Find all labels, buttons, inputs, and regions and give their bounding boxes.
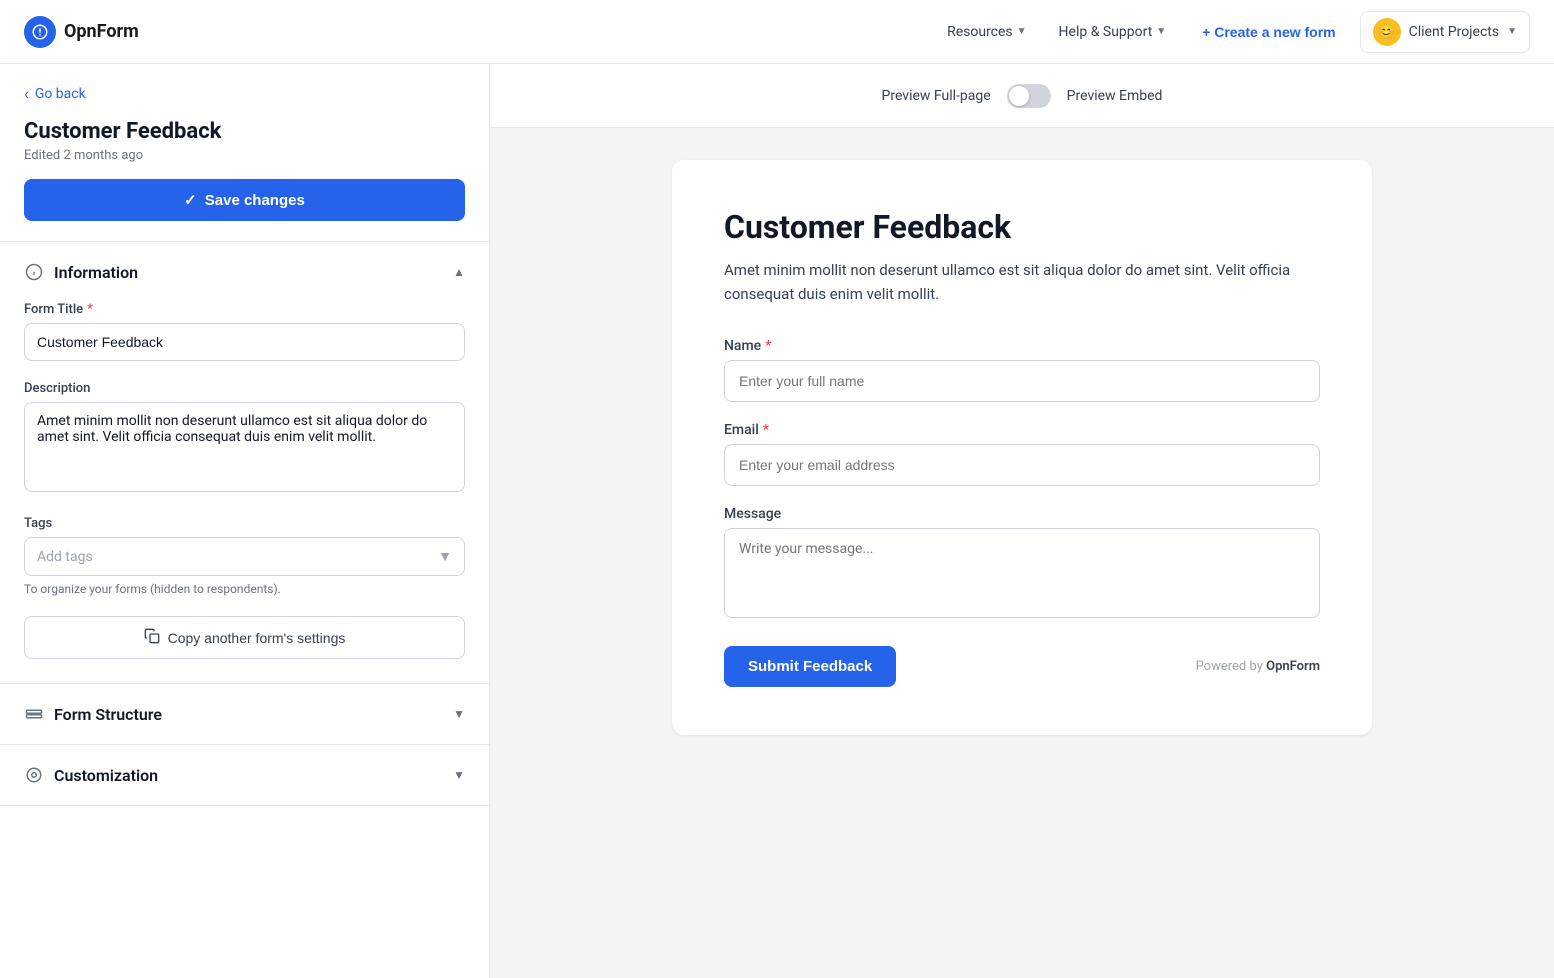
preview-bar: Preview Full-page Preview Embed — [490, 64, 1554, 128]
customization-title: Customization — [24, 765, 158, 785]
form-structure-section: Form Structure ▼ — [0, 684, 489, 745]
required-indicator: * — [87, 302, 93, 317]
message-field-group: Message — [724, 506, 1320, 622]
sidebar-top: ‹ Go back Customer Feedback Edited 2 mon… — [0, 64, 489, 242]
sidebar: ‹ Go back Customer Feedback Edited 2 mon… — [0, 64, 490, 978]
workspace-label: Client Projects — [1409, 24, 1499, 40]
email-field-group: Email * — [724, 422, 1320, 486]
form-title-label: Form Title * — [24, 302, 465, 317]
required-indicator: * — [765, 338, 771, 354]
workspace-selector[interactable]: 😊 Client Projects ▼ — [1360, 11, 1530, 53]
toggle-knob — [1009, 86, 1029, 106]
customization-section: Customization ▼ — [0, 745, 489, 806]
chevron-down-icon: ▼ — [453, 707, 465, 721]
logo[interactable]: OpnForm — [24, 16, 139, 48]
name-field-label: Name * — [724, 338, 1320, 354]
preview-full-page-label: Preview Full-page — [882, 88, 991, 104]
nav-help-support[interactable]: Help & Support ▼ — [1047, 16, 1179, 48]
information-section-header[interactable]: Information ▲ — [0, 242, 489, 302]
logo-icon — [24, 16, 56, 48]
chevron-down-icon: ▼ — [1017, 26, 1027, 37]
app-header: OpnForm Resources ▼ Help & Support ▼ + C… — [0, 0, 1554, 64]
go-back-link[interactable]: ‹ Go back — [24, 84, 465, 103]
email-input[interactable] — [724, 444, 1320, 486]
info-icon — [24, 262, 44, 282]
message-field-label: Message — [724, 506, 1320, 522]
customization-section-header[interactable]: Customization ▼ — [0, 745, 489, 805]
form-subtitle: Edited 2 months ago — [24, 148, 465, 163]
email-field-label: Email * — [724, 422, 1320, 438]
tags-hint: To organize your forms (hidden to respon… — [24, 582, 465, 596]
chevron-up-icon: ▲ — [453, 265, 465, 279]
header-navigation: Resources ▼ Help & Support ▼ + Create a … — [935, 11, 1530, 53]
create-new-form-button[interactable]: + Create a new form — [1186, 16, 1351, 48]
information-section-content: Form Title * Description Amet minim moll… — [0, 302, 489, 683]
logo-svg — [31, 23, 49, 41]
form-preview-area: Customer Feedback Amet minim mollit non … — [490, 128, 1554, 767]
logo-text: OpnForm — [64, 21, 139, 42]
copy-icon — [144, 628, 160, 647]
form-card-description: Amet minim mollit non deserunt ullamco e… — [724, 258, 1320, 306]
right-panel: Preview Full-page Preview Embed Customer… — [490, 64, 1554, 978]
information-section: Information ▲ Form Title * Description A… — [0, 242, 489, 684]
form-card-title: Customer Feedback — [724, 208, 1320, 246]
copy-settings-button[interactable]: Copy another form's settings — [24, 616, 465, 659]
chevron-down-icon: ▼ — [1156, 26, 1166, 37]
form-title-input[interactable] — [24, 323, 465, 361]
message-textarea[interactable] — [724, 528, 1320, 618]
tags-label: Tags — [24, 516, 465, 531]
powered-by: Powered by OpnForm — [1196, 659, 1320, 674]
avatar: 😊 — [1373, 18, 1401, 46]
name-field-group: Name * — [724, 338, 1320, 402]
form-structure-section-header[interactable]: Form Structure ▼ — [0, 684, 489, 744]
information-section-title: Information — [24, 262, 138, 282]
submit-row: Submit Feedback Powered by OpnForm — [724, 646, 1320, 687]
chevron-down-icon: ▼ — [438, 548, 452, 565]
description-label: Description — [24, 381, 465, 396]
check-icon: ✓ — [184, 191, 197, 209]
preview-embed-label: Preview Embed — [1067, 88, 1163, 104]
description-textarea[interactable]: Amet minim mollit non deserunt ullamco e… — [24, 402, 465, 492]
form-structure-icon — [24, 704, 44, 724]
name-input[interactable] — [724, 360, 1320, 402]
form-title-heading: Customer Feedback — [24, 119, 465, 144]
form-title-field: Form Title * — [24, 302, 465, 361]
required-indicator: * — [763, 422, 769, 438]
form-structure-title: Form Structure — [24, 704, 162, 724]
back-arrow-icon: ‹ — [24, 84, 29, 103]
nav-resources[interactable]: Resources ▼ — [935, 16, 1038, 48]
submit-button[interactable]: Submit Feedback — [724, 646, 896, 687]
save-changes-button[interactable]: ✓ Save changes — [24, 179, 465, 221]
preview-toggle[interactable] — [1007, 84, 1051, 108]
chevron-down-icon: ▼ — [453, 768, 465, 782]
description-field: Description Amet minim mollit non deseru… — [24, 381, 465, 496]
tags-field: Tags Add tags ▼ To organize your forms (… — [24, 516, 465, 596]
tags-select[interactable]: Add tags ▼ — [24, 537, 465, 576]
chevron-down-icon: ▼ — [1507, 26, 1517, 37]
customization-icon — [24, 765, 44, 785]
main-layout: ‹ Go back Customer Feedback Edited 2 mon… — [0, 64, 1554, 978]
form-card: Customer Feedback Amet minim mollit non … — [672, 160, 1372, 735]
